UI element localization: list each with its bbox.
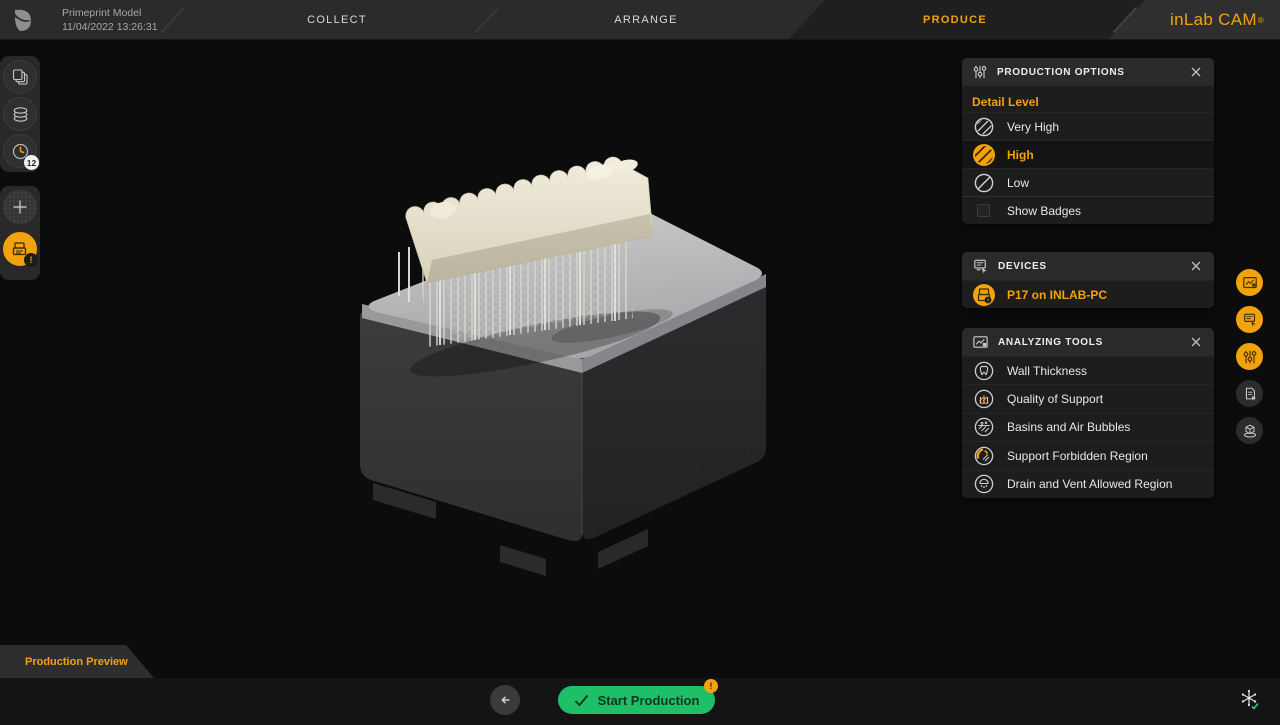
detail-option-low[interactable]: Low	[962, 168, 1214, 196]
detail-very-high-icon	[972, 117, 996, 137]
snowflake-icon	[1238, 688, 1262, 712]
support-forbidden-region-icon	[972, 446, 996, 466]
device-row[interactable]: ! P17 on INLAB-PC	[962, 280, 1214, 308]
production-options-panel: PRODUCTION OPTIONS Detail Level Very Hig…	[962, 58, 1214, 224]
tool-basins-air-bubbles[interactable]: Basins and Air Bubbles	[962, 413, 1214, 441]
drain-vent-allowed-region-icon	[972, 474, 996, 494]
close-icon[interactable]	[1188, 64, 1204, 80]
divider	[475, 7, 500, 33]
devices-panel: DEVICES ! P17 on INLAB-PC	[962, 252, 1214, 308]
box-foot	[500, 545, 546, 576]
sliders-icon	[972, 64, 988, 80]
back-button[interactable]	[490, 685, 520, 715]
time-badge: 12	[24, 155, 39, 170]
printer-alert-badge: !	[24, 253, 38, 267]
detail-level-label: Detail Level	[962, 86, 1214, 112]
check-icon	[574, 694, 589, 707]
tab-collect[interactable]: COLLECT	[307, 0, 367, 40]
start-production-button[interactable]: Start Production !	[558, 686, 715, 714]
detail-option-label: Low	[1007, 176, 1029, 190]
detail-option-very-high[interactable]: Very High	[962, 112, 1214, 140]
panel-title: ANALYZING TOOLS	[998, 337, 1103, 348]
show-badges-label: Show Badges	[1007, 204, 1081, 218]
close-icon[interactable]	[1188, 258, 1204, 274]
project-name: Primeprint Model	[62, 6, 158, 20]
document-icon	[1242, 386, 1258, 402]
tool-quality-of-support[interactable]: Quality of Support	[962, 384, 1214, 412]
basins-air-bubbles-icon	[972, 417, 996, 437]
panel-header: ANALYZING TOOLS	[962, 328, 1214, 356]
show-badges-checkbox[interactable]	[977, 204, 990, 217]
right-tool-rail	[1236, 269, 1264, 444]
detail-option-label: Very High	[1007, 120, 1059, 134]
panel-title: DEVICES	[998, 261, 1047, 272]
model-view-toggle-button[interactable]	[1236, 417, 1263, 444]
analyzing-tools-panel: ANALYZING TOOLS Wall Thickness Quality o…	[962, 328, 1214, 498]
material-stack-button[interactable]	[3, 97, 37, 131]
connection-status-button[interactable]	[1237, 687, 1263, 713]
report-toggle-button[interactable]	[1236, 380, 1263, 407]
add-button[interactable]	[3, 190, 37, 224]
stacked-sheets-icon	[11, 68, 30, 87]
printer-device-button[interactable]: !	[3, 232, 37, 266]
tab-produce[interactable]: PRODUCE	[923, 0, 987, 40]
start-production-badge: !	[704, 679, 718, 693]
analyzing-tools-icon	[972, 334, 989, 351]
cube-icon	[1242, 423, 1258, 439]
copies-button[interactable]	[3, 60, 37, 94]
close-icon[interactable]	[1188, 334, 1204, 350]
device-printer-icon	[1242, 312, 1258, 328]
detail-high-icon	[972, 143, 996, 167]
panel-header: PRODUCTION OPTIONS	[962, 58, 1214, 86]
tool-label: Quality of Support	[1007, 392, 1103, 406]
material-discs-icon	[11, 105, 30, 124]
device-printer-icon	[972, 258, 989, 275]
project-info: Primeprint Model 11/04/2022 13:26:31	[62, 6, 158, 34]
top-bar: Primeprint Model 11/04/2022 13:26:31 COL…	[0, 0, 1280, 40]
tool-wall-thickness[interactable]: Wall Thickness	[962, 356, 1214, 384]
show-badges-row[interactable]: Show Badges	[962, 196, 1214, 224]
panel-title: PRODUCTION OPTIONS	[997, 67, 1125, 78]
analyzing-tools-icon	[1242, 275, 1258, 291]
quality-of-support-icon	[972, 389, 996, 409]
plus-icon	[12, 199, 28, 215]
divider	[161, 7, 186, 33]
wall-thickness-icon	[972, 361, 996, 381]
left-toolbar-group-devices: !	[0, 186, 40, 280]
tool-label: Drain and Vent Allowed Region	[1007, 477, 1172, 491]
device-status-icon: !	[972, 283, 996, 307]
panel-header: DEVICES	[962, 252, 1214, 280]
tool-support-forbidden-region[interactable]: Support Forbidden Region	[962, 441, 1214, 469]
time-estimate-button[interactable]: 12	[3, 134, 37, 168]
production-options-toggle-button[interactable]	[1236, 343, 1263, 370]
arrow-left-icon	[497, 692, 513, 708]
detail-option-high[interactable]: High	[962, 140, 1214, 168]
tool-label: Support Forbidden Region	[1007, 449, 1148, 463]
svg-text:!: !	[987, 298, 989, 304]
detail-low-icon	[972, 173, 996, 193]
box-foot	[598, 529, 648, 569]
left-toolbar-group-views: 12	[0, 56, 40, 172]
tool-label: Basins and Air Bubbles	[1007, 420, 1130, 434]
app-title: inLab CAM®	[1170, 0, 1264, 40]
tool-label: Wall Thickness	[1007, 364, 1087, 378]
devices-toggle-button[interactable]	[1236, 306, 1263, 333]
detail-option-label: High	[1007, 148, 1034, 162]
project-timestamp: 11/04/2022 13:26:31	[62, 20, 158, 34]
app-logo	[10, 7, 36, 33]
tab-arrange[interactable]: ARRANGE	[614, 0, 678, 40]
start-production-label: Start Production	[598, 693, 700, 708]
device-label: P17 on INLAB-PC	[1007, 288, 1107, 302]
sliders-icon	[1242, 349, 1258, 365]
tool-drain-vent-allowed-region[interactable]: Drain and Vent Allowed Region	[962, 470, 1214, 498]
analyzing-tools-toggle-button[interactable]	[1236, 269, 1263, 296]
